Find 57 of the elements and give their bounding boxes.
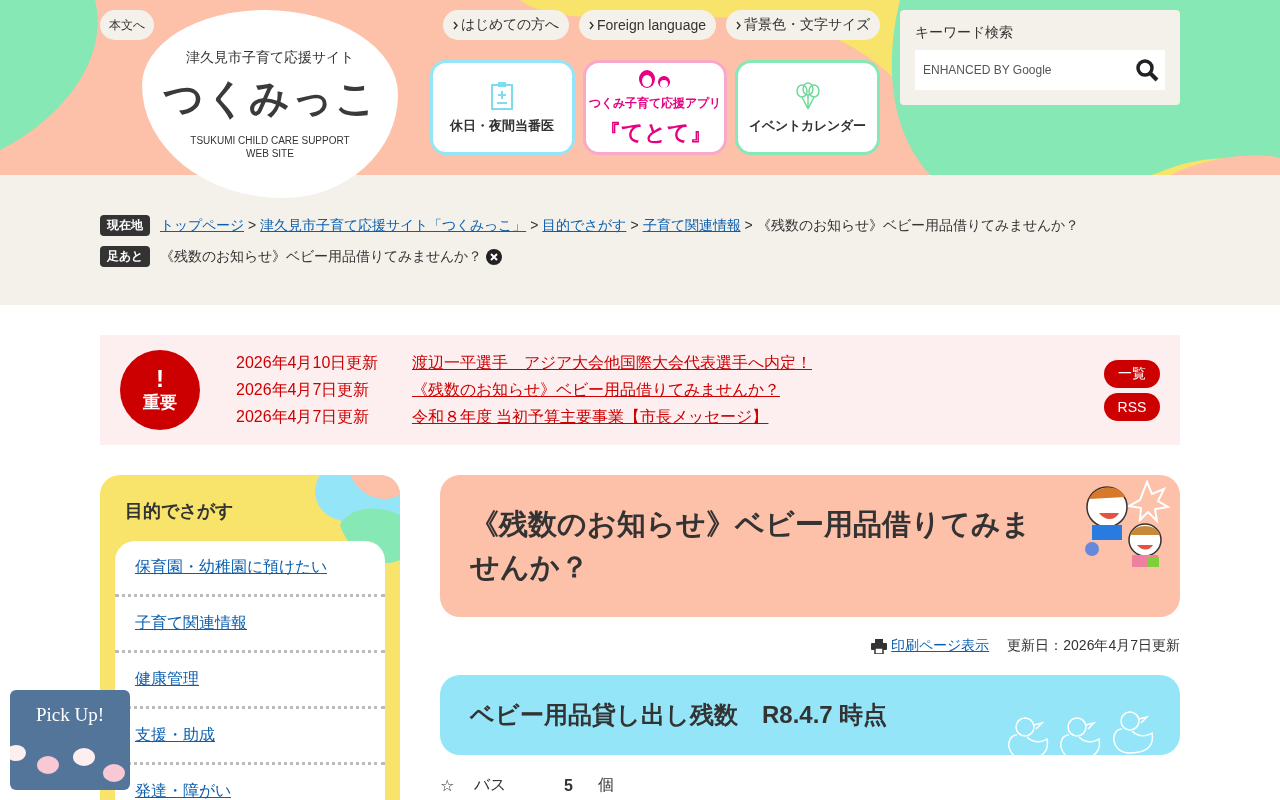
notice-date: 2026年4月10日更新 (236, 352, 380, 373)
logo-english-text: TSUKUMI CHILD CARE SUPPORT WEB SITE (190, 133, 350, 160)
breadcrumb-link[interactable]: 子育て関連情報 (642, 216, 741, 235)
page-title: 《残数のお知らせ》ベビー用品借りてみませんか？ (470, 506, 1032, 585)
logo-wordmark: つくみっこ (162, 74, 378, 122)
breadcrumb-separator: > (630, 216, 639, 235)
search-icon (1135, 58, 1159, 82)
breadcrumb-separator: > (248, 216, 257, 235)
pickup-label: Pick Up! (34, 704, 106, 726)
section-heading: ベビー用品貸し出し残数 R8.4.7 時点 (470, 700, 888, 730)
skip-link[interactable]: 本文へ (100, 10, 154, 40)
clipboard-icon (490, 80, 515, 111)
item-unit: 個 (598, 775, 615, 795)
search-button[interactable] (1129, 50, 1165, 90)
important-badge: ! 重要 (120, 350, 200, 430)
breadcrumb-link[interactable]: トップページ (160, 216, 244, 235)
sidebar-link[interactable]: 支援・助成 (135, 726, 215, 743)
star-mark: ☆ (440, 776, 456, 795)
search-label: キーワード検索 (915, 24, 1014, 42)
close-icon[interactable] (486, 248, 502, 265)
notice-button[interactable]: 一覧 (1104, 359, 1160, 388)
notice-link[interactable]: 渡辺一平選手 アジア大会他国際大会代表選手へ内定！ (412, 352, 812, 374)
feature-button[interactable]: つくみ子育て応援アプリ 『てとて』 (582, 60, 728, 155)
item-name: バス (474, 775, 507, 795)
breadcrumb-current: 《残数のお知らせ》ベビー用品借りてみませんか？ (756, 216, 1079, 235)
notice-link[interactable]: 《残数のお知らせ》ベビー用品借りてみませんか？ (412, 379, 780, 401)
search-field[interactable]: ENHANCED BY Google (915, 50, 1129, 90)
feature-button[interactable]: イベントカレンダー (735, 60, 880, 155)
chevron-icon (453, 20, 458, 30)
header-link[interactable]: はじめての方へ (443, 10, 569, 40)
sidebar-link[interactable]: 健康管理 (135, 670, 199, 687)
breadcrumb-separator: > (744, 216, 753, 235)
footprint-tag: 足あと (100, 246, 150, 267)
header-link[interactable]: Foreign language (579, 10, 716, 40)
sidebar-title: 目的でさがす (124, 500, 234, 523)
location-tag: 現在地 (100, 215, 150, 236)
item-count: 5 (564, 776, 574, 795)
notice-date: 2026年4月7日更新 (236, 379, 371, 400)
printer-icon (871, 638, 888, 654)
feature-button[interactable]: 休日・夜間当番医 (430, 60, 575, 155)
pickup-banner[interactable]: Pick Up! (10, 690, 130, 790)
footprint-item[interactable]: 《残数のお知らせ》ベビー用品借りてみませんか？ (160, 247, 482, 266)
updated-date: 更新日：2026年4月7日更新 (1007, 637, 1180, 655)
breadcrumb-link[interactable]: 目的でさがす (542, 216, 627, 235)
breadcrumb-link[interactable]: 津久見市子育て応援サイト「つくみっこ」 (260, 216, 527, 235)
notice-button[interactable]: RSS (1104, 392, 1160, 421)
sidebar-link[interactable]: 保育園・幼稚園に預けたい (135, 558, 327, 575)
notice-date: 2026年4月7日更新 (236, 406, 371, 427)
chevron-icon (736, 20, 741, 30)
sidebar-link[interactable]: 発達・障がい (135, 782, 231, 799)
chevron-icon (589, 20, 594, 30)
breadcrumb-separator: > (530, 216, 539, 235)
notice-link[interactable]: 令和８年度 当初予算主要事業【市長メッセージ】 (412, 406, 769, 428)
print-link[interactable]: 印刷ページ表示 (871, 637, 990, 655)
sidebar-link[interactable]: 子育て関連情報 (135, 614, 247, 631)
logo-tagline: 津久見市子育て応援サイト (186, 48, 354, 67)
header-link[interactable]: 背景色・文字サイズ (726, 10, 880, 40)
